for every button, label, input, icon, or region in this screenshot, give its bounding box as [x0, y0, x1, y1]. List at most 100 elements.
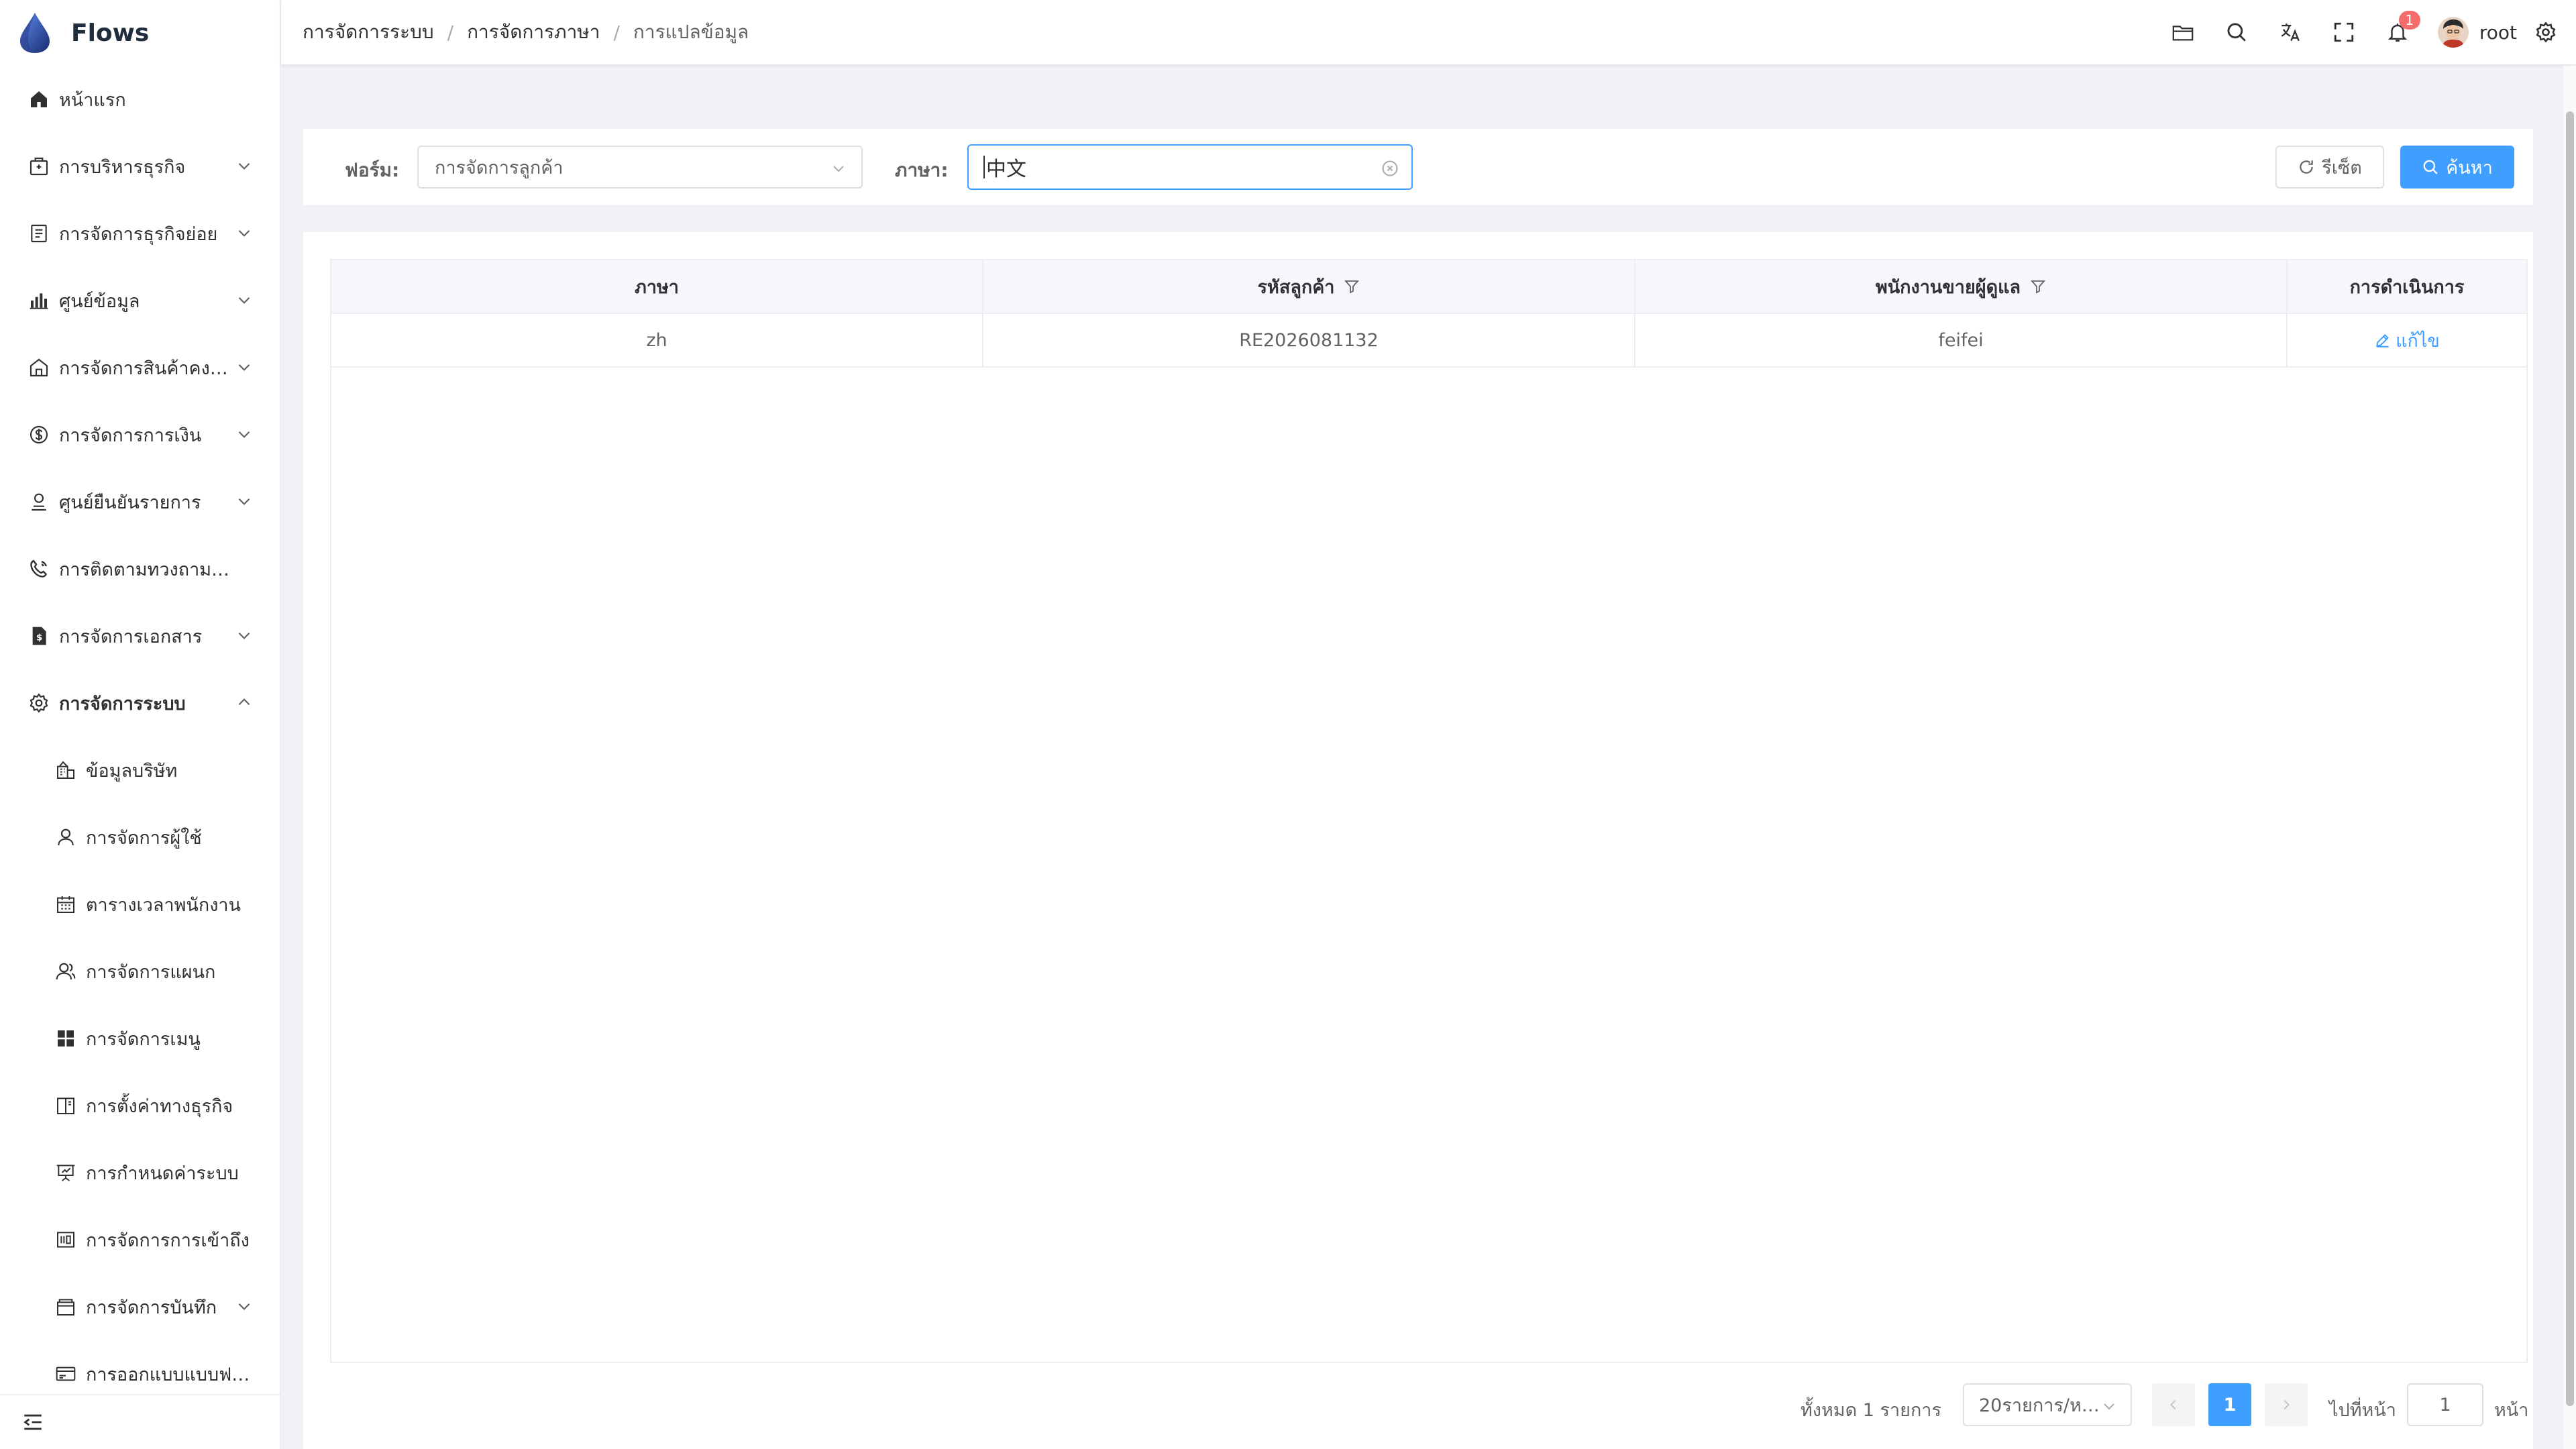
- page-scrollbar[interactable]: [2564, 66, 2576, 1449]
- form-select[interactable]: การจัดการลูกค้า: [417, 146, 863, 189]
- search-icon: [2227, 23, 2246, 42]
- app-name: Flows: [71, 19, 150, 47]
- sidebar-item-documents[interactable]: $ การจัดการเอกสาร: [0, 602, 280, 669]
- sidebar-item-label: การจัดการการเงิน: [59, 425, 202, 446]
- table-row: zh RE2026081132 feifei แก้ไข: [331, 314, 2526, 368]
- bar-chart-icon: [27, 288, 51, 313]
- edit-icon: [2376, 334, 2390, 347]
- cell-language: zh: [331, 314, 983, 366]
- sidebar-item-system[interactable]: การจัดการระบบ: [0, 669, 280, 737]
- sidebar-item-label: การบริหารธุรกิจ: [59, 156, 186, 178]
- header-actions: 1 root: [2156, 0, 2563, 64]
- breadcrumb-item[interactable]: การจัดการระบบ: [303, 17, 434, 47]
- reset-button-label: รีเซ็ต: [2322, 157, 2362, 178]
- goto-label: ไปที่หน้า: [2329, 1400, 2396, 1421]
- language-input-value: 中文: [986, 158, 1026, 181]
- chevron-right-icon: [2284, 1399, 2290, 1410]
- sidebar-item-sub-business[interactable]: การจัดการธุรกิจย่อย: [0, 200, 280, 267]
- sidebar-item-label: ศูนย์ข้อมูล: [59, 290, 140, 312]
- sidebar-item-menu-management[interactable]: การจัดการเมนู: [0, 1005, 280, 1072]
- sidebar-item-debt-collection[interactable]: การติดตามทวงถามหนี้: [0, 535, 280, 602]
- chevron-down-icon: [2104, 1403, 2114, 1410]
- chevron-up-icon: [238, 698, 250, 706]
- sidebar-item-confirmation[interactable]: ศูนย์ยืนยันรายการ: [0, 468, 280, 535]
- search-button[interactable]: [2210, 0, 2263, 64]
- notification-button[interactable]: 1: [2371, 0, 2424, 64]
- sidebar-item-business[interactable]: การบริหารธุรกิจ: [0, 133, 280, 200]
- filter-icon[interactable]: [1344, 278, 1360, 294]
- form-design-icon: [54, 1362, 78, 1386]
- sidebar-item-label: การจัดการการเข้าถึง: [86, 1230, 250, 1251]
- sidebar-item-system-config[interactable]: การกำหนดค่าระบบ: [0, 1139, 280, 1206]
- sidebar-item-label: การจัดการระบบ: [59, 693, 186, 714]
- document-icon: [27, 221, 51, 246]
- business-icon: [27, 154, 51, 178]
- next-page-button[interactable]: [2265, 1383, 2308, 1426]
- goto-page-input[interactable]: 1: [2407, 1383, 2483, 1426]
- gear-icon: [27, 691, 51, 715]
- sidebar-item-finance[interactable]: การจัดการการเงิน: [0, 401, 280, 468]
- chevron-down-icon: [238, 498, 250, 505]
- chevron-down-icon: [238, 1303, 250, 1310]
- breadcrumb-item[interactable]: การจัดการภาษา: [467, 17, 600, 47]
- folder-icon: [2172, 25, 2194, 41]
- edit-button[interactable]: แก้ไข: [2374, 326, 2440, 355]
- book-icon: [54, 1093, 78, 1118]
- user-menu[interactable]: root: [2437, 17, 2517, 48]
- clear-icon[interactable]: [1381, 159, 1399, 178]
- sidebar-item-department[interactable]: การจัดการแผนก: [0, 938, 280, 1005]
- table-header: ภาษา รหัสลูกค้า พนักงานขายผู้ดูแล การดำเ…: [331, 260, 2526, 314]
- language-button[interactable]: [2263, 0, 2317, 64]
- user-icon: [54, 825, 78, 849]
- search-button[interactable]: ค้นหา: [2400, 146, 2514, 189]
- refresh-icon: [2300, 160, 2313, 174]
- user-name: root: [2479, 21, 2517, 44]
- sidebar-item-label: ตารางเวลาพนักงาน: [86, 894, 241, 916]
- folder-button[interactable]: [2156, 0, 2210, 64]
- drop-logo-icon: [20, 13, 50, 53]
- cell-sales-rep: feifei: [1635, 314, 2288, 366]
- sidebar-item-form-design[interactable]: การออกแบบแบบฟอร์ม: [0, 1340, 280, 1394]
- company-icon: [54, 758, 78, 782]
- wallet-icon: [54, 1295, 78, 1319]
- sidebar-item-label: การออกแบบแบบฟอร์ม: [86, 1364, 260, 1385]
- language-input[interactable]: 中文: [967, 144, 1413, 190]
- translation-table: ภาษา รหัสลูกค้า พนักงานขายผู้ดูแล การดำเ…: [330, 259, 2528, 1363]
- reset-button[interactable]: รีเซ็ต: [2275, 146, 2384, 189]
- user-check-icon: [27, 490, 51, 514]
- breadcrumb-current: การแปลข้อมูล: [633, 21, 749, 43]
- scrollbar-thumb[interactable]: [2566, 111, 2574, 1406]
- page-number-button[interactable]: 1: [2208, 1383, 2251, 1426]
- prev-page-button[interactable]: [2152, 1383, 2195, 1426]
- logo[interactable]: Flows: [0, 0, 280, 66]
- fullscreen-icon: [2334, 22, 2354, 42]
- sidebar-item-home[interactable]: หน้าแรก: [0, 66, 280, 133]
- sidebar-item-user-management[interactable]: การจัดการผู้ใช้: [0, 804, 280, 871]
- column-header-sales-rep: พนักงานขายผู้ดูแล: [1635, 260, 2288, 313]
- sidebar-item-staff-schedule[interactable]: ตารางเวลาพนักงาน: [0, 871, 280, 938]
- collapse-sidebar-button[interactable]: [0, 1394, 280, 1449]
- page-unit-label: หน้า: [2494, 1400, 2529, 1421]
- search-icon: [2423, 160, 2438, 174]
- column-header-actions: การดำเนินการ: [2288, 260, 2526, 313]
- sidebar-item-inventory[interactable]: การจัดการสินค้าคงคลัง: [0, 334, 280, 401]
- chevron-down-icon: [238, 632, 250, 639]
- top-header: การจัดการระบบ / การจัดการภาษา / การแปลข้…: [281, 0, 2576, 64]
- sidebar-item-data-center[interactable]: ศูนย์ข้อมูล: [0, 267, 280, 334]
- sidebar-item-company-info[interactable]: ข้อมูลบริษัท: [0, 737, 280, 804]
- sidebar-item-label: ศูนย์ยืนยันรายการ: [59, 492, 201, 513]
- settings-button[interactable]: [2529, 0, 2563, 64]
- sidebar-item-business-settings[interactable]: การตั้งค่าทางธุรกิจ: [0, 1072, 280, 1139]
- form-label: ฟอร์ม:: [345, 159, 400, 181]
- sidebar-item-label: ข้อมูลบริษัท: [86, 760, 178, 782]
- sidebar-item-logs[interactable]: การจัดการบันทึก: [0, 1273, 280, 1340]
- page-size-select[interactable]: 20รายการ/หน้า: [1963, 1383, 2132, 1426]
- chevron-down-icon: [238, 364, 250, 371]
- sidebar-item-access[interactable]: การจัดการการเข้าถึง: [0, 1206, 280, 1273]
- users-icon: [54, 959, 78, 983]
- fullscreen-button[interactable]: [2317, 0, 2371, 64]
- sidebar-item-label: การจัดการผู้ใช้: [86, 827, 202, 849]
- chevron-down-icon: [238, 431, 250, 438]
- filter-icon[interactable]: [2030, 278, 2046, 294]
- breadcrumb: การจัดการระบบ / การจัดการภาษา / การแปลข้…: [303, 17, 749, 47]
